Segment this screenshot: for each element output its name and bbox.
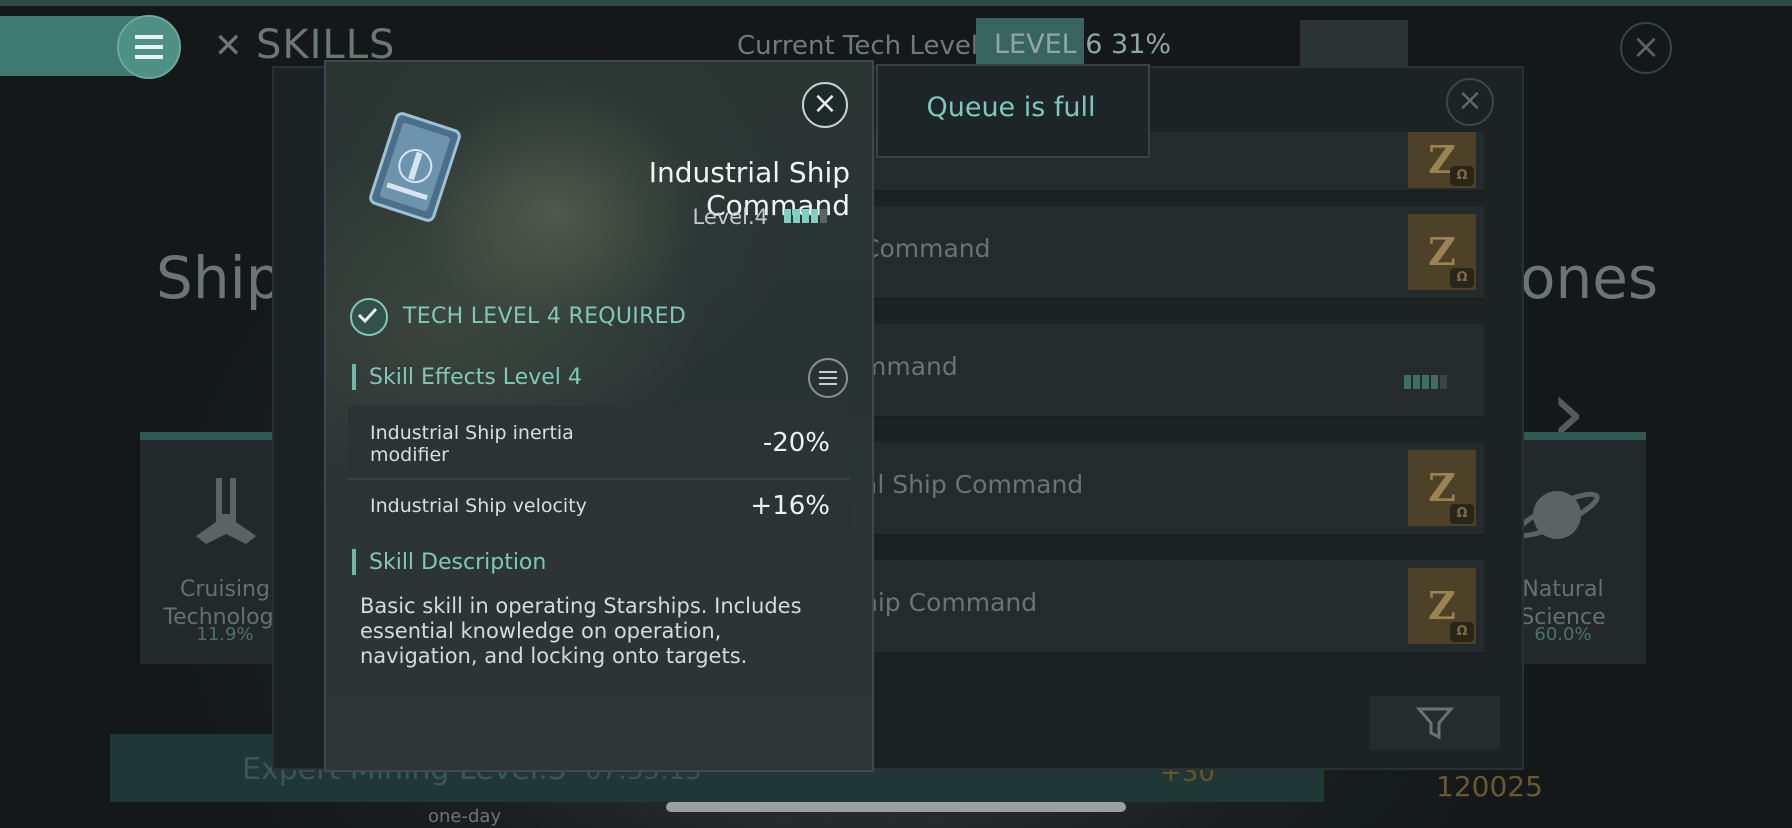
filter-button[interactable]: [1370, 696, 1500, 750]
tech-level-value: LEVEL 6 31%: [994, 29, 1172, 60]
effect-row: Industrial Ship velocity +16%: [348, 480, 850, 532]
tech-level-label: Current Tech Level: [737, 31, 979, 61]
z-badge-icon: ZΩ: [1408, 132, 1476, 188]
effect-name: Industrial Ship velocity: [370, 495, 587, 517]
tech-requirement: TECH LEVEL 4 REQUIRED: [403, 304, 687, 329]
effect-value: -20%: [762, 428, 830, 458]
skill-level-bars: [784, 208, 829, 227]
close-icon[interactable]: ×: [802, 82, 848, 128]
close-icon[interactable]: ×: [1446, 78, 1494, 126]
z-badge-icon: ZΩ: [1408, 214, 1476, 290]
training-duration: one-day: [428, 806, 502, 827]
queue-row[interactable]: Command ZΩ: [862, 206, 1484, 300]
queue-row[interactable]: hip Command ZΩ: [862, 560, 1484, 654]
queue-level-bars: [1404, 374, 1449, 393]
category-title-left: Ship: [156, 244, 283, 312]
effect-value: +16%: [750, 491, 830, 521]
list-icon[interactable]: [808, 358, 848, 398]
queue-row[interactable]: mmand: [862, 324, 1484, 418]
z-badge-icon: ZΩ: [1408, 450, 1476, 526]
effect-name: Industrial Ship inertia modifier: [370, 422, 574, 466]
section-marker: [352, 364, 356, 390]
category-title-right: ones: [1520, 244, 1659, 312]
skill-level: Level.4: [692, 205, 768, 229]
z-badge-icon: ZΩ: [1408, 568, 1476, 644]
queue-row-label: mmand: [862, 352, 958, 381]
queue-row-label: hip Command: [862, 588, 1038, 617]
close-icon[interactable]: ×: [1620, 22, 1672, 74]
skill-description: Basic skill in operating Starships. Incl…: [360, 594, 802, 668]
queue-row[interactable]: al Ship Command ZΩ: [862, 442, 1484, 536]
description-heading: Skill Description: [369, 550, 547, 575]
skillbook-icon: [369, 112, 461, 222]
toast-message: Queue is full: [926, 92, 1096, 123]
filter-icon: [1415, 707, 1455, 740]
effects-heading: Skill Effects Level 4: [369, 365, 582, 390]
queue-row-label: Command: [862, 234, 991, 263]
section-marker: [352, 549, 356, 575]
effect-row: Industrial Ship inertia modifier -20%: [348, 406, 850, 480]
menu-icon[interactable]: [117, 15, 181, 79]
skill-points-balance: 120025: [1436, 770, 1543, 803]
check-icon: [350, 298, 388, 336]
queue-row-label: al Ship Command: [862, 470, 1084, 499]
layout-toggle-button[interactable]: [1300, 20, 1408, 72]
planet-icon: [1514, 491, 1600, 539]
dna-icon: ✕: [214, 26, 243, 66]
top-accent-line: [0, 0, 1792, 6]
home-indicator[interactable]: [666, 802, 1126, 812]
ship-icon: [196, 478, 256, 544]
